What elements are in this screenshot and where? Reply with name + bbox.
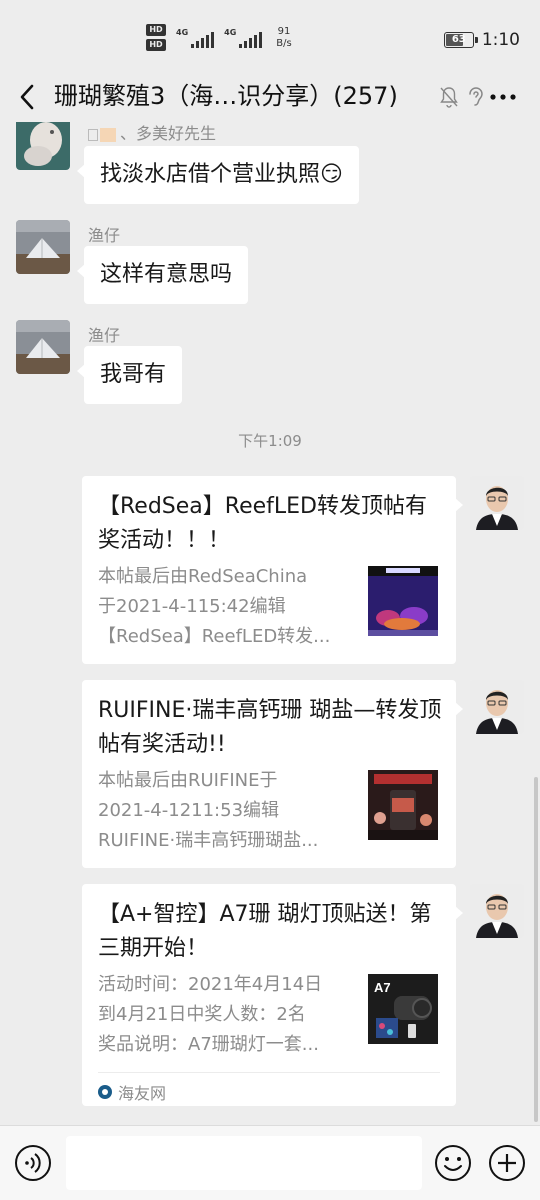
thumb-label: A7 xyxy=(374,980,391,995)
card-desc-line: 于2021-4-115:42编辑 xyxy=(98,596,286,617)
scrollbar[interactable] xyxy=(534,777,538,1122)
article-card[interactable]: RUIFINE·瑞丰高钙珊 瑚盐—转发顶帖有奖活动!! 本帖最后由RUIFINE… xyxy=(82,680,463,868)
avatar-image-cat xyxy=(16,122,70,170)
card-description: 本帖最后由RedSeaChina 于2021-4-115:42编辑 【RedSe… xyxy=(98,562,354,652)
card-desc-line: 2021-4-1211:53编辑 xyxy=(98,800,280,821)
avatar-image-man xyxy=(470,680,524,734)
card-source-name: 海友网 xyxy=(118,1084,167,1103)
plus-icon[interactable] xyxy=(488,1144,526,1182)
card-desc-line: 本帖最后由RedSeaChina xyxy=(98,566,308,587)
avatar[interactable] xyxy=(16,320,70,374)
avatar-image-tent xyxy=(16,220,70,274)
signal-icon-1: 4G xyxy=(176,27,215,48)
network-indicators: HD HD 4G 4G 91 B/s xyxy=(146,24,292,51)
network-speed: 91 B/s xyxy=(276,26,291,50)
aquarium-thumbnail xyxy=(368,566,438,636)
sender-icon-2 xyxy=(100,127,116,142)
chat-header: 珊瑚繁殖3（海…识分享）(257) xyxy=(0,72,540,122)
signal-icon-2: 4G xyxy=(224,27,263,48)
more-dots-icon[interactable] xyxy=(488,86,518,108)
battery-icon: 63 xyxy=(443,32,478,48)
card-desc-line: 活动时间：2021年4月14日 xyxy=(98,974,323,995)
sender-name: 、多美好先生 xyxy=(88,122,216,144)
card-title: 【A+智控】A7珊 瑚灯顶贴送！第三期开始！ xyxy=(98,902,432,961)
card-desc-line: 到4月21日中奖人数：2名 xyxy=(98,1004,306,1025)
avatar-image-man xyxy=(470,476,524,530)
avatar[interactable] xyxy=(16,220,70,274)
card-desc-line: 【RedSea】ReefLED转发... xyxy=(98,626,331,647)
card-source: 海友网 xyxy=(98,1080,166,1104)
card-desc-line: 奖品说明：A7珊瑚灯一套... xyxy=(98,1034,319,1055)
ear-icon xyxy=(469,87,483,106)
article-card[interactable]: 【RedSea】ReefLED转发顶帖有奖活动！！！ 本帖最后由RedSeaCh… xyxy=(82,476,463,664)
sender-icon-1 xyxy=(88,128,98,141)
sig-label-1: 4G xyxy=(176,27,189,37)
avatar-image-man xyxy=(470,884,524,938)
speed-unit: B/s xyxy=(276,37,292,49)
card-title: 【RedSea】ReefLED转发顶帖有奖活动！！！ xyxy=(98,494,427,553)
salt-bucket-thumbnail xyxy=(368,770,438,840)
emoji-icon[interactable] xyxy=(434,1144,472,1182)
source-logo-icon xyxy=(98,1085,112,1099)
sender-name: 渔仔 xyxy=(88,226,121,245)
message-bubble[interactable]: 找淡水店借个营业执照😏 xyxy=(77,146,359,204)
card-description: 本帖最后由RUIFINE于 2021-4-1211:53编辑 RUIFINE·瑞… xyxy=(98,766,354,856)
bell-off-icon xyxy=(440,87,458,108)
battery-level: 63 xyxy=(451,34,466,45)
avatar-image-tent xyxy=(16,320,70,374)
sig-label-2: 4G xyxy=(224,27,237,37)
hd-badge-2: HD xyxy=(146,39,166,51)
voice-icon[interactable] xyxy=(14,1144,52,1182)
card-desc-line: RUIFINE·瑞丰高钙珊瑚盐... xyxy=(98,830,319,851)
card-description: 活动时间：2021年4月14日 到4月21日中奖人数：2名 奖品说明：A7珊瑚灯… xyxy=(98,970,354,1060)
a7-lamp-thumbnail: A7 xyxy=(368,974,438,1044)
status-bar: HD HD 4G 4G 91 B/s 63 1:10 xyxy=(0,0,540,72)
message-input[interactable] xyxy=(66,1136,422,1190)
card-desc-line: 本帖最后由RUIFINE于 xyxy=(98,770,278,791)
message-list[interactable]: 、多美好先生 找淡水店借个营业执照😏 渔仔 这样有意思吗 渔仔 我哥有 下午1:… xyxy=(0,122,540,1125)
message-bubble[interactable]: 这样有意思吗 xyxy=(76,246,249,304)
message-bubble[interactable]: 我哥有 xyxy=(76,346,183,404)
avatar-self[interactable] xyxy=(470,476,524,530)
card-divider xyxy=(98,1072,440,1073)
time-separator: 下午1:09 xyxy=(238,432,302,450)
input-bar xyxy=(0,1125,540,1200)
sender-name-text: 、多美好先生 xyxy=(120,124,217,143)
speed-value: 91 xyxy=(277,25,291,37)
chat-title[interactable]: 珊瑚繁殖3（海…识分享）(257) xyxy=(54,80,434,112)
avatar-self[interactable] xyxy=(470,884,524,938)
avatar[interactable] xyxy=(16,122,70,170)
sender-name: 渔仔 xyxy=(88,326,121,345)
article-card[interactable]: 【A+智控】A7珊 瑚灯顶贴送！第三期开始！ 活动时间：2021年4月14日 到… xyxy=(82,884,463,1106)
clock: 1:10 xyxy=(481,30,520,50)
card-title: RUIFINE·瑞丰高钙珊 瑚盐—转发顶帖有奖活动!! xyxy=(98,698,442,757)
chevron-left-icon[interactable] xyxy=(16,82,40,112)
avatar-self[interactable] xyxy=(470,680,524,734)
hd-badge-1: HD xyxy=(146,24,166,36)
